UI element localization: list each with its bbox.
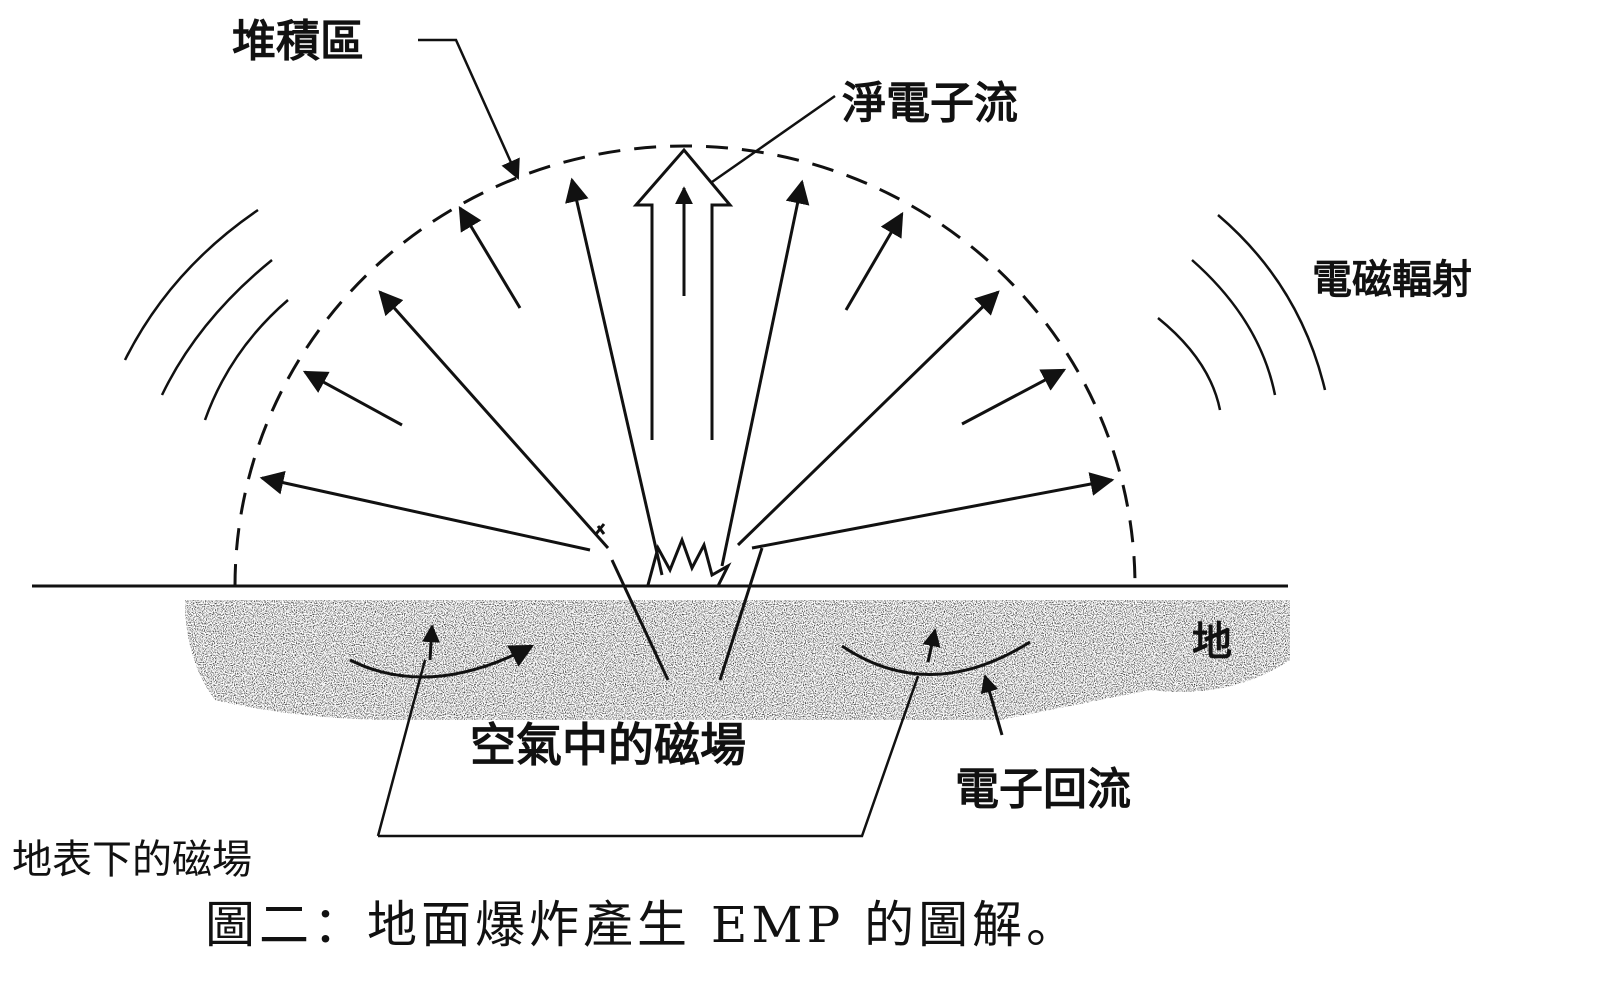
radial-arrow	[302, 370, 403, 427]
radial-arrow	[736, 290, 1000, 547]
net-current-arrow	[632, 147, 734, 440]
em-radiation-label: 電磁輻射	[1312, 256, 1472, 303]
burst-icon	[594, 523, 732, 587]
air-magnetic-field-label: 空氣中的磁場	[470, 718, 746, 772]
figure-caption: 圖二：地面爆炸產生 EMP 的圖解。	[205, 896, 1081, 954]
radial-arrow	[565, 177, 664, 576]
net-electron-current-label: 淨電子流	[842, 78, 1018, 129]
radial-arrow	[844, 211, 904, 311]
subsurface-magnetic-field-label: 地表下的磁場	[12, 837, 252, 883]
em-wave-arcs-left	[123, 208, 289, 421]
radial-arrow	[751, 472, 1115, 550]
radial-arrow	[961, 368, 1067, 426]
radial-arrow	[720, 179, 810, 567]
radial-arrow	[458, 205, 522, 309]
ground-label: 地	[1192, 618, 1232, 665]
radial-arrow	[378, 290, 610, 549]
radial-arrow	[259, 470, 591, 552]
deposition-region-label: 堆積區	[232, 16, 364, 67]
electron-return-current-label: 電子回流	[955, 764, 1131, 815]
em-wave-arcs-right	[1157, 214, 1327, 411]
